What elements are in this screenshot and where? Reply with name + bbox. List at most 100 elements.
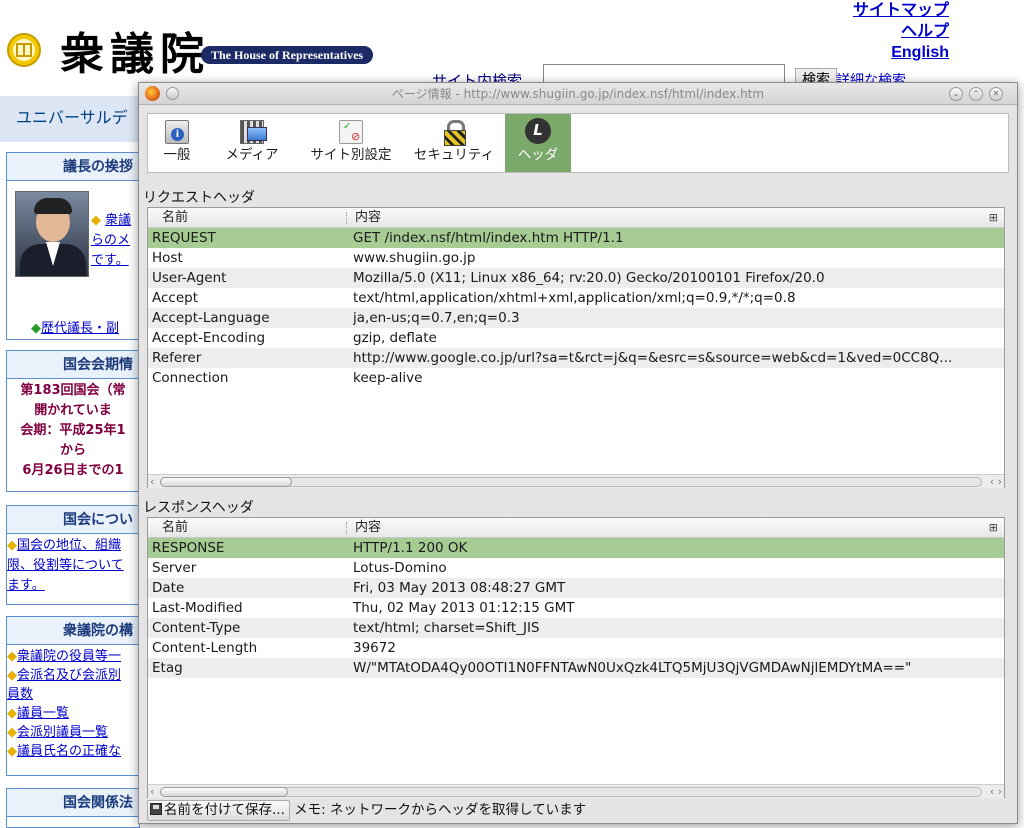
column-name-header[interactable]: 名前	[162, 208, 188, 228]
about-diet-link[interactable]: 国会の地位、組織	[17, 538, 121, 553]
header-name: Date	[152, 580, 185, 596]
header-value: ja,en-us;q=0.7,en;q=0.3	[353, 310, 520, 326]
table-row[interactable]: Server Lotus-Domino	[148, 558, 1004, 578]
response-table-header: 名前 内容 ⊞	[148, 518, 1004, 538]
top-links: サイトマップ ヘルプ English	[853, 0, 949, 63]
table-row[interactable]: Host www.shugiin.go.jp	[148, 248, 1004, 268]
table-row[interactable]: Etag W/"MTAtODA4Qy00OTI1N0FFNTAwN0UxQzk4L…	[148, 658, 1004, 678]
bullet-icon: ◆	[7, 744, 17, 759]
sitemap-link[interactable]: サイトマップ	[853, 0, 949, 21]
request-rows: REQUEST GET /index.nsf/html/index.htm HTT…	[148, 228, 1004, 388]
member-names-link[interactable]: 議員氏名の正確な	[17, 744, 121, 759]
factions-link-2[interactable]: 員数	[7, 687, 33, 702]
scroll-right-icon[interactable]: ‹ ›	[990, 475, 1002, 489]
tab-general[interactable]: 一般	[150, 114, 204, 172]
tab-security[interactable]: セキュリティ	[404, 114, 504, 172]
header-name: Server	[152, 560, 197, 576]
response-horizontal-scrollbar[interactable]: ‹ ‹ ›	[148, 784, 1004, 798]
composition-title: 衆議院の構	[7, 617, 139, 645]
minimize-icon[interactable]: ⌄	[949, 87, 963, 101]
about-diet-link-2[interactable]: 限、役割等について	[7, 558, 124, 573]
speaker-box: 議長の挨拶 ◆ 衆議 らのメ です。 ◆歴代議長・副	[6, 152, 140, 340]
speaker-message-link[interactable]: 衆議	[105, 213, 131, 228]
header-name: Host	[152, 250, 183, 266]
header-value: 39672	[353, 640, 396, 656]
save-as-button[interactable]: 名前を付けて保存...	[147, 799, 290, 821]
scroll-left-icon[interactable]: ‹	[150, 475, 154, 489]
about-diet-link-3[interactable]: ます。	[7, 578, 45, 593]
bullet-icon: ◆	[7, 649, 17, 664]
house-label: The House of Representatives	[201, 46, 374, 64]
scroll-thumb[interactable]	[160, 787, 288, 797]
info-icon	[165, 120, 189, 144]
table-row[interactable]: Content-Length 39672	[148, 638, 1004, 658]
header-name: RESPONSE	[152, 540, 225, 556]
speaker-message-link-2[interactable]: らのメ	[91, 233, 130, 248]
table-row[interactable]: User-Agent Mozilla/5.0 (X11; Linux x86_64…	[148, 268, 1004, 288]
request-headers-title: リクエストヘッダ	[143, 190, 255, 206]
session-line: から	[59, 443, 86, 458]
table-row[interactable]: Accept text/html,application/xhtml+xml,ap…	[148, 288, 1004, 308]
past-speakers-link[interactable]: 歴代議長・副	[41, 321, 119, 336]
request-horizontal-scrollbar[interactable]: ‹ ‹ ›	[148, 474, 1004, 488]
universal-design-banner[interactable]: ユニバーサルデ	[0, 96, 140, 142]
table-row[interactable]: Connection keep-alive	[148, 368, 1004, 388]
speaker-message-link-3[interactable]: です。	[91, 253, 129, 268]
table-row[interactable]: Accept-Language ja,en-us;q=0.7,en;q=0.3	[148, 308, 1004, 328]
site-logo-text: 衆議院	[60, 29, 210, 80]
members-list-link[interactable]: 議員一覧	[17, 706, 69, 721]
table-row[interactable]: RESPONSE HTTP/1.1 200 OK	[148, 538, 1004, 558]
table-row[interactable]: REQUEST GET /index.nsf/html/index.htm HTT…	[148, 228, 1004, 248]
table-row[interactable]: Last-Modified Thu, 02 May 2013 01:12:15 G…	[148, 598, 1004, 618]
header-value: Lotus-Domino	[353, 560, 447, 576]
maximize-icon[interactable]: ^	[969, 87, 983, 101]
permissions-icon	[339, 120, 363, 144]
table-row[interactable]: Date Fri, 03 May 2013 08:48:27 GMT	[148, 578, 1004, 598]
scroll-thumb[interactable]	[160, 477, 292, 487]
column-picker-icon[interactable]: ⊞	[989, 208, 998, 228]
tab-permissions[interactable]: サイト別設定	[300, 114, 402, 172]
scroll-right-icon[interactable]: ‹ ›	[990, 785, 1002, 799]
members-by-faction-link[interactable]: 会派別議員一覧	[17, 725, 108, 740]
header-name: Accept-Encoding	[152, 330, 266, 346]
header-value: http://www.google.co.jp/url?sa=t&rct=j&q…	[353, 350, 953, 366]
request-table-header: 名前 内容 ⊞	[148, 208, 1004, 228]
header-value: Mozilla/5.0 (X11; Linux x86_64; rv:20.0)…	[353, 270, 825, 286]
header-name: User-Agent	[152, 270, 227, 286]
header-name: Content-Type	[152, 620, 241, 636]
header-value: gzip, deflate	[353, 330, 437, 346]
floppy-disk-icon	[150, 802, 162, 815]
factions-link[interactable]: 会派名及び会派別	[17, 668, 121, 683]
table-row[interactable]: Referer http://www.google.co.jp/url?sa=t&…	[148, 348, 1004, 368]
bullet-icon: ◆	[7, 725, 17, 740]
tab-media-label: メディア	[225, 147, 279, 163]
column-value-header[interactable]: 内容	[355, 518, 381, 538]
live-http-headers-icon	[525, 118, 551, 144]
session-info: 第183回国会（常 開かれていま 会期：平成25年1 から 6月26日までの1	[7, 379, 139, 483]
column-value-header[interactable]: 内容	[355, 208, 381, 228]
header-value: Fri, 03 May 2013 08:48:27 GMT	[353, 580, 566, 596]
column-picker-icon[interactable]: ⊞	[989, 518, 998, 538]
session-box: 国会会期情 第183回国会（常 開かれていま 会期：平成25年1 から 6月26…	[6, 350, 140, 492]
tab-headers[interactable]: ヘッダ	[505, 114, 571, 172]
response-headers-title: レスポンスヘッダ	[143, 500, 254, 516]
table-row[interactable]: Content-Type text/html; charset=Shift_JIS	[148, 618, 1004, 638]
tab-toolbar: 一般 メディア サイト別設定 セキュリティ ヘッダ	[147, 113, 1009, 173]
dialog-titlebar[interactable]: ページ情報 - http://www.shugiin.go.jp/index.n…	[139, 83, 1017, 105]
table-row[interactable]: Accept-Encoding gzip, deflate	[148, 328, 1004, 348]
column-name-header[interactable]: 名前	[162, 518, 188, 538]
speaker-box-title: 議長の挨拶	[7, 153, 139, 181]
help-link[interactable]: ヘルプ	[853, 21, 949, 42]
close-icon[interactable]: ✕	[989, 87, 1003, 101]
page-info-dialog: ページ情報 - http://www.shugiin.go.jp/index.n…	[138, 82, 1018, 824]
tab-media[interactable]: メディア	[206, 114, 298, 172]
bullet-icon: ◆	[7, 538, 17, 553]
officers-link[interactable]: 衆議院の役員等一	[17, 649, 121, 664]
status-text: メモ: ネットワークからヘッダを取得しています	[294, 802, 587, 818]
english-link[interactable]: English	[853, 42, 949, 63]
chrysanthemum-emblem-icon	[7, 33, 41, 67]
related-laws-title: 国会関係法	[7, 789, 139, 817]
session-line: 6月26日までの1	[22, 463, 124, 478]
scroll-left-icon[interactable]: ‹	[150, 785, 154, 799]
header-value: text/html; charset=Shift_JIS	[353, 620, 540, 636]
